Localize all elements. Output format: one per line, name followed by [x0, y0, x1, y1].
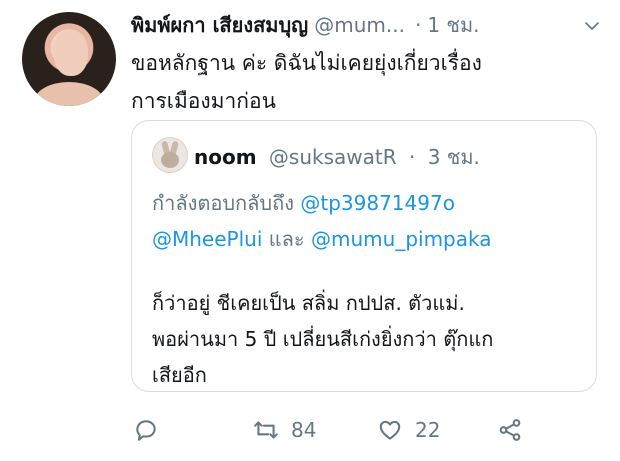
tweet-text: ขอหลักฐาน ค่ะ ดิฉันไม่เคยยุ่งเกี่ยวเรื่อ…	[131, 51, 482, 113]
quoted-tweet-card[interactable]: noom @suksawatR · 3 ชม. กำลังตอบกลับถึง …	[131, 120, 597, 392]
author-handle[interactable]: @mum...	[314, 13, 405, 37]
share-icon	[499, 419, 521, 441]
quoted-header: noom @suksawatR · 3 ชม.	[194, 141, 480, 173]
reply-button[interactable]	[133, 410, 159, 450]
retweet-button[interactable]: 84	[253, 410, 316, 450]
avatar-shoulder	[34, 82, 104, 106]
author-avatar[interactable]	[22, 12, 116, 106]
tweet-timestamp[interactable]: 1 ชม.	[427, 9, 479, 41]
tweet-header: พิมพ์ผกา เสียงสมบุญ @mum... · 1 ชม.	[131, 10, 601, 40]
quoted-author-name[interactable]: noom	[194, 145, 257, 169]
mention-link[interactable]: @MheePlui	[152, 227, 262, 251]
tweet-actions: 84 22	[131, 410, 551, 450]
heart-icon	[379, 420, 401, 440]
avatar-face	[54, 30, 88, 76]
replying-to-label: กำลังตอบกลับถึง	[152, 191, 301, 215]
like-count: 22	[415, 418, 441, 442]
share-button[interactable]	[497, 410, 523, 450]
quoted-timestamp[interactable]: 3 ชม.	[428, 145, 480, 169]
quoted-tweet-text: ก็ว่าอยู่ ชีเคยเป็น สลิ่ม กปปส. ตัวแม่. …	[152, 291, 494, 387]
mention-link[interactable]: @tp39871497o	[300, 191, 455, 215]
quoted-author-handle[interactable]: @suksawatR	[269, 145, 397, 169]
and-label: และ	[262, 227, 311, 251]
separator-dot: ·	[409, 145, 416, 169]
replying-to-line: กำลังตอบกลับถึง @tp39871497o @MheePlui แล…	[152, 185, 582, 257]
retweet-icon	[254, 421, 278, 439]
like-button[interactable]: 22	[377, 410, 440, 450]
retweet-count: 84	[291, 418, 317, 442]
quoted-author-avatar[interactable]	[152, 137, 188, 173]
reply-icon	[136, 420, 156, 441]
avatar-head	[161, 152, 179, 168]
chevron-down-icon[interactable]	[583, 16, 601, 34]
mention-link[interactable]: @mumu_pimpaka	[311, 227, 492, 251]
author-display-name[interactable]: พิมพ์ผกา เสียงสมบุญ	[131, 9, 308, 41]
separator-dot: ·	[414, 13, 422, 37]
